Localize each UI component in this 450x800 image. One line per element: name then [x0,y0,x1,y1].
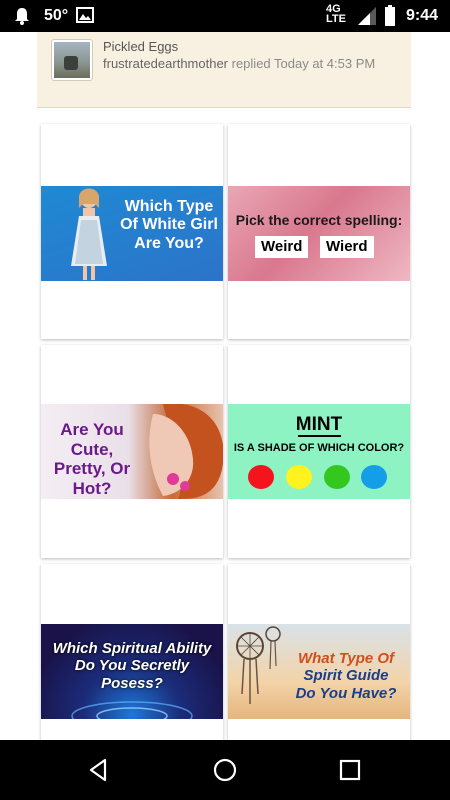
ad-tile-spiritual-ability-quiz[interactable]: Which Spiritual Ability Do You Secretly … [41,564,223,740]
ad-question: IS A SHADE OF WHICH COLOR? [233,442,405,454]
ad-headline-line-1: What Type Of [297,650,395,667]
dreamcatcher-illustration [236,626,281,704]
spelling-option-2[interactable]: Wierd [320,236,374,258]
ad-tile-white-girl-quiz[interactable]: Which Type Of White Girl Are You? [41,124,223,339]
ad-banner[interactable]: MINT IS A SHADE OF WHICH COLOR? [228,404,410,499]
notification-bell-icon [15,8,29,25]
color-option-blue[interactable] [361,465,387,489]
thread-activity: frustratedearthmother replied Today at 4… [103,56,375,71]
ad-headline: What Type Of Spirit Guide Do You Have? [286,650,406,702]
spelling-option-1[interactable]: Weird [255,236,309,258]
ad-headline: Are You Cute, Pretty, Or Hot? [53,420,131,498]
ad-headline-line-3: Do You Have? [295,684,397,702]
thread-card[interactable]: Pickled Eggs frustratedearthmother repli… [37,32,411,108]
ad-headline: Which Spiritual Ability Do You Secretly … [52,640,212,692]
signal-icon [358,7,376,25]
status-bar: 50° 4G LTE 9:44 [0,0,450,32]
home-icon[interactable] [209,754,241,786]
woman-illustration [71,188,107,280]
ad-headline-line-2: Spirit Guide [303,667,389,685]
temperature-text: 50° [44,7,69,24]
color-option-red[interactable] [248,465,274,489]
thumbnail-image [54,42,90,78]
ad-tile-cute-pretty-hot-quiz[interactable]: Are You Cute, Pretty, Or Hot? [41,345,223,558]
thread-title[interactable]: Pickled Eggs [103,39,178,54]
woman-portrait-illustration [149,404,223,499]
network-type-text: 4G LTE [326,3,346,25]
ad-banner[interactable]: Which Spiritual Ability Do You Secretly … [41,624,223,719]
ad-banner[interactable]: Pick the correct spelling: Weird Wierd [228,186,410,281]
ad-banner[interactable]: What Type Of Spirit Guide Do You Have? [228,624,410,719]
keyword-underline [298,435,341,437]
ad-headline: Pick the correct spelling: [235,212,403,228]
ad-tile-spirit-guide-quiz[interactable]: What Type Of Spirit Guide Do You Have? [228,564,410,740]
back-icon[interactable] [83,754,115,786]
activity-text: replied Today at 4:53 PM [228,56,376,71]
battery-icon [385,5,395,26]
color-option-yellow[interactable] [286,465,312,489]
ad-headline: Which Type Of White Girl Are You? [120,198,218,252]
ad-banner[interactable]: Which Type Of White Girl Are You? [41,186,223,281]
recents-icon[interactable] [334,754,366,786]
ad-tile-spelling-quiz[interactable]: Pick the correct spelling: Weird Wierd [228,124,410,339]
image-icon [76,7,94,23]
username-link[interactable]: frustratedearthmother [103,56,228,71]
clock-text: 9:44 [405,7,438,24]
navigation-bar [0,740,450,800]
ad-banner[interactable]: Are You Cute, Pretty, Or Hot? [41,404,223,499]
ad-keyword: MINT [295,414,343,435]
thread-thumbnail[interactable] [51,39,93,81]
color-option-green[interactable] [324,465,350,489]
ad-tile-mint-color-quiz[interactable]: MINT IS A SHADE OF WHICH COLOR? [228,345,410,558]
